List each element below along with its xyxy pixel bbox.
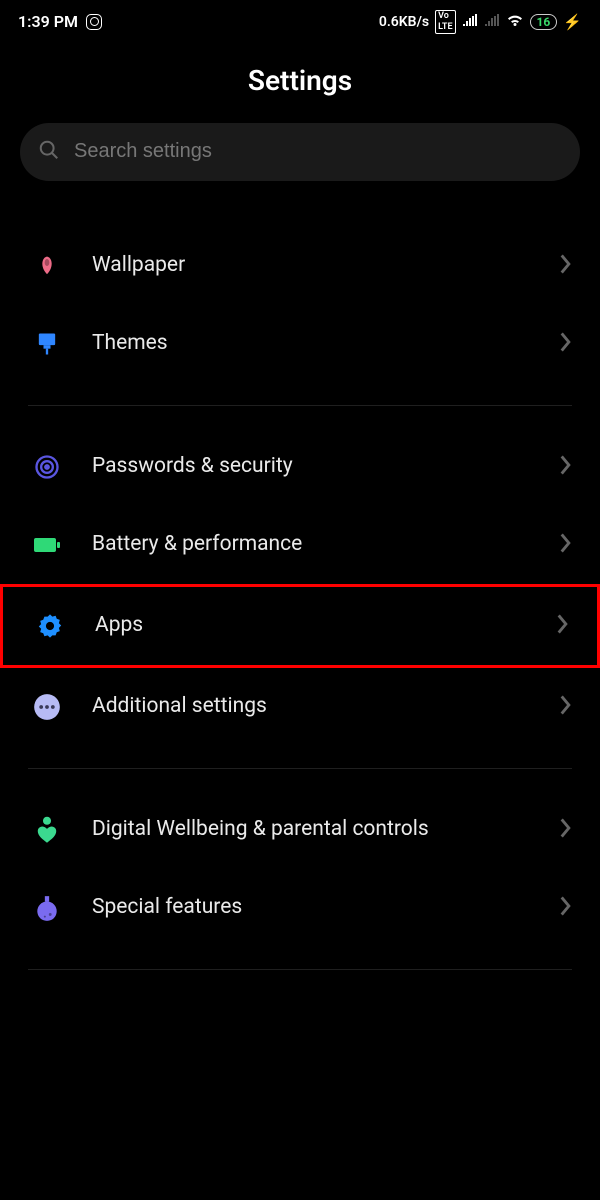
status-bar: 1:39 PM 0.6KB/s VoLTE 16 ⚡ — [0, 0, 600, 40]
settings-item-additional[interactable]: Additional settings — [0, 668, 600, 746]
settings-item-battery[interactable]: Battery & performance — [0, 506, 600, 584]
settings-group-1: Wallpaper Themes — [0, 219, 600, 391]
more-icon — [30, 690, 64, 724]
settings-item-apps[interactable]: Apps — [0, 584, 600, 668]
battery-percent: 16 — [537, 15, 551, 29]
divider — [28, 768, 572, 769]
status-time: 1:39 PM — [18, 12, 78, 31]
instagram-icon — [86, 14, 102, 30]
settings-item-label: Apps — [95, 612, 529, 638]
chevron-right-icon — [560, 896, 572, 920]
gear-icon — [33, 609, 67, 643]
divider — [28, 969, 572, 970]
battery-icon — [30, 528, 64, 562]
chevron-right-icon — [560, 455, 572, 479]
settings-group-3: Digital Wellbeing & parental controls Sp… — [0, 783, 600, 955]
wifi-icon — [506, 13, 524, 31]
settings-item-label: Passwords & security — [92, 453, 532, 479]
wallpaper-icon — [30, 249, 64, 283]
chevron-right-icon — [560, 332, 572, 356]
settings-item-passwords[interactable]: Passwords & security — [0, 428, 600, 506]
fingerprint-icon — [30, 450, 64, 484]
page-title: Settings — [0, 40, 600, 123]
heart-person-icon — [30, 813, 64, 847]
battery-icon: 16 — [530, 14, 558, 30]
settings-item-label: Special features — [92, 894, 532, 920]
signal-2-icon — [484, 14, 500, 30]
themes-icon — [30, 327, 64, 361]
chevron-right-icon — [560, 254, 572, 278]
network-speed: 0.6KB/s — [379, 14, 429, 30]
chevron-right-icon — [560, 818, 572, 842]
search-input[interactable] — [74, 140, 562, 163]
settings-item-themes[interactable]: Themes — [0, 305, 600, 383]
settings-item-label: Themes — [92, 330, 532, 356]
settings-item-wallpaper[interactable]: Wallpaper — [0, 227, 600, 305]
settings-item-label: Wallpaper — [92, 252, 532, 278]
charging-icon: ⚡ — [563, 13, 582, 31]
chevron-right-icon — [560, 695, 572, 719]
settings-group-2: Passwords & security Battery & performan… — [0, 420, 600, 754]
chevron-right-icon — [557, 614, 569, 638]
settings-item-label: Digital Wellbeing & parental controls — [92, 816, 532, 842]
divider — [28, 405, 572, 406]
search-icon — [38, 139, 60, 165]
settings-item-label: Additional settings — [92, 693, 532, 719]
search-bar[interactable] — [20, 123, 580, 181]
settings-item-special[interactable]: Special features — [0, 869, 600, 947]
signal-1-icon — [462, 14, 478, 30]
flask-icon — [30, 891, 64, 925]
chevron-right-icon — [560, 533, 572, 557]
settings-item-label: Battery & performance — [92, 531, 532, 557]
volte-icon: VoLTE — [435, 10, 455, 34]
settings-item-wellbeing[interactable]: Digital Wellbeing & parental controls — [0, 791, 600, 869]
